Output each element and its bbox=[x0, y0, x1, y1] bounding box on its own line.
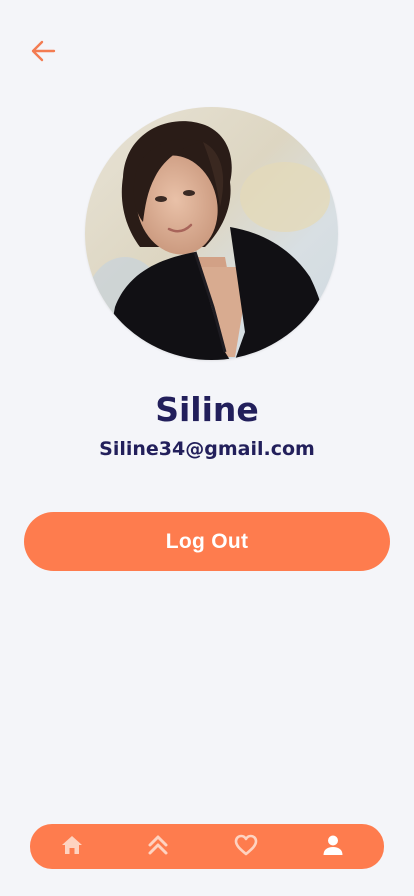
arrow-left-icon bbox=[30, 40, 56, 66]
heart-icon bbox=[234, 834, 258, 860]
nav-item-favorites[interactable] bbox=[226, 824, 266, 869]
back-button[interactable] bbox=[28, 38, 58, 68]
nav-item-top[interactable] bbox=[138, 824, 178, 869]
double-chevron-up-icon bbox=[147, 834, 169, 860]
user-icon bbox=[322, 834, 344, 860]
bottom-nav bbox=[30, 824, 384, 869]
logout-button[interactable]: Log Out bbox=[24, 512, 390, 571]
home-icon bbox=[61, 835, 83, 859]
nav-item-profile[interactable] bbox=[313, 824, 353, 869]
avatar-photo bbox=[85, 107, 338, 360]
nav-item-home[interactable] bbox=[52, 824, 92, 869]
profile-email: Siline34@gmail.com bbox=[99, 438, 315, 460]
profile-name: Siline bbox=[155, 390, 259, 429]
avatar bbox=[85, 107, 338, 360]
